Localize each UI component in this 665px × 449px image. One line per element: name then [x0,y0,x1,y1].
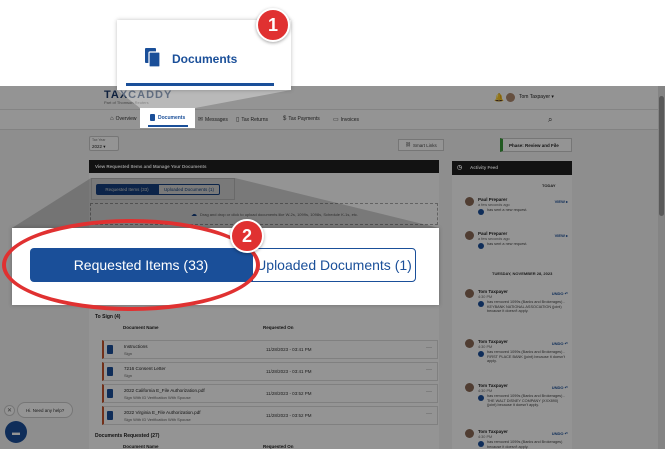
feed-day-label: TODAY [542,183,556,188]
undo-link[interactable]: UNDO ↶ [552,291,568,296]
document-icon [107,389,113,398]
documents-icon [145,48,161,68]
invoice-icon: ▭ [333,117,339,123]
chat-icon: ✉ [198,117,204,123]
avatar [465,289,474,298]
documents-label[interactable]: Documents [172,52,237,66]
avatar [465,429,474,438]
documents-requested-title: Documents Requested (27) [95,433,160,439]
document-icon [107,345,113,354]
feed-day-label: TUESDAY, NOVEMBER 28, 2023 [492,271,553,276]
remove-icon [478,395,484,401]
tab-requested-items-small[interactable]: Requested Items (33) [96,184,158,195]
close-icon[interactable]: ✕ [4,405,15,416]
nav-tax-returns[interactable]: ▯ Tax Returns [236,116,268,124]
clock-icon: ◷ [457,165,463,171]
col-requested-on: Requested On [263,325,294,330]
user-menu[interactable]: Tom Taxpayer ▾ [519,94,554,100]
home-icon: ⌂ [110,116,114,122]
col-requested-on-2: Requested On [263,444,294,449]
dollar-icon: $ [283,116,287,122]
feed-entry: Tom Taxpayer 4:30 PM UNDO ↶ has removed … [465,339,570,383]
link-icon: ⛓ [405,142,411,147]
table-row[interactable]: Instructions Sign 11/28/2023 - 03:41 PM … [102,340,438,359]
feed-entry: Tom Taxpayer 4:30 PM UNDO ↶ has removed … [465,383,570,427]
remove-icon [478,301,484,307]
request-icon [478,209,484,215]
feed-entry: Tom Taxpayer 4:30 PM UNDO ↶ has removed … [465,289,570,333]
more-options-icon[interactable]: ··· [426,411,432,417]
tab-uploaded-documents-small[interactable]: Uploaded Documents (1) [158,184,220,195]
avatar [465,383,474,392]
nav-documents-highlight[interactable]: Documents [140,108,195,128]
search-icon[interactable]: ⌕ [548,115,552,125]
view-link[interactable]: VIEW ▸ [555,199,568,204]
documents-tabs-small: Requested Items (33) Uploaded Documents … [91,178,235,200]
avatar [465,339,474,348]
step-badge-1: 1 [256,8,290,42]
activity-feed: ◷ Activity Feed TODAY Paul Preparer a few… [452,161,572,449]
remove-icon [478,441,484,447]
to-sign-title: To Sign (4) [95,314,121,320]
smart-links-button[interactable]: ⛓ Smart Links [398,139,444,151]
request-icon [478,243,484,249]
table-row[interactable]: 2022 California E_File Authorization.pdf… [102,384,438,403]
highlight-ellipse [2,219,260,311]
more-options-icon[interactable]: ··· [426,367,432,373]
col-document-name-2: Document Name [123,444,159,449]
tax-year-select[interactable]: Tax Year 2022 ▾ [89,136,119,151]
view-link[interactable]: VIEW ▸ [555,233,568,238]
avatar [465,197,474,206]
notification-bell-icon[interactable]: 🔔 [494,93,504,102]
more-options-icon[interactable]: ··· [426,345,432,351]
chat-icon: ▬ [12,427,20,437]
active-underline [148,125,188,127]
chat-button[interactable]: ▬ [5,421,27,443]
document-icon [107,367,113,376]
phase-indicator: Phase: Review and File [500,138,572,152]
nav-tax-payments[interactable]: $ Tax Payments [283,116,320,122]
top-bar: TAXCADDY Part of Thomson Reuters 🔔 Tom T… [0,86,665,110]
activity-feed-header: ◷ Activity Feed [452,161,572,175]
main-panel-header: View Requested Items and Manage Your Doc… [89,160,439,173]
undo-link[interactable]: UNDO ↶ [552,431,568,436]
file-icon: ▯ [236,117,240,123]
feed-entry: Paul Preparer a few seconds ago VIEW ▸ h… [465,197,570,225]
table-row[interactable]: 2022 Virginia E_File Authorization.pdf S… [102,406,438,425]
user-avatar[interactable] [506,93,515,102]
table-row[interactable]: 7216 Consent Letter Sign 11/28/2023 - 03… [102,362,438,381]
col-document-name: Document Name [123,325,159,330]
feed-entry: Paul Preparer a few seconds ago VIEW ▸ h… [465,231,570,259]
undo-link[interactable]: UNDO ↶ [552,341,568,346]
app-logo-subtitle: Part of Thomson Reuters [104,100,149,105]
remove-icon [478,351,484,357]
page-scrollbar[interactable] [658,86,665,449]
feed-entry: Tom Taxpayer 4:30 PM UNDO ↶ has removed … [465,429,570,449]
undo-link[interactable]: UNDO ↶ [552,385,568,390]
nav-invoices[interactable]: ▭ Invoices [333,116,359,124]
step-badge-2: 2 [230,219,264,253]
more-options-icon[interactable]: ··· [426,389,432,395]
nav-messages[interactable]: ✉ Messages [198,116,228,124]
help-bubble[interactable]: Hi. Need any help? [17,402,73,418]
cloud-upload-icon: ☁ [191,211,197,218]
tab-uploaded-documents[interactable]: Uploaded Documents (1) [252,248,416,282]
documents-icon [150,114,155,121]
document-icon [107,411,113,420]
active-underline [126,83,274,86]
avatar [465,231,474,240]
main-nav: ⌂Overview ▤Documents ✉Messages ▯Tax Retu… [0,110,665,130]
nav-overview[interactable]: ⌂ Overview [110,116,136,122]
scrollbar-thumb[interactable] [659,96,664,216]
